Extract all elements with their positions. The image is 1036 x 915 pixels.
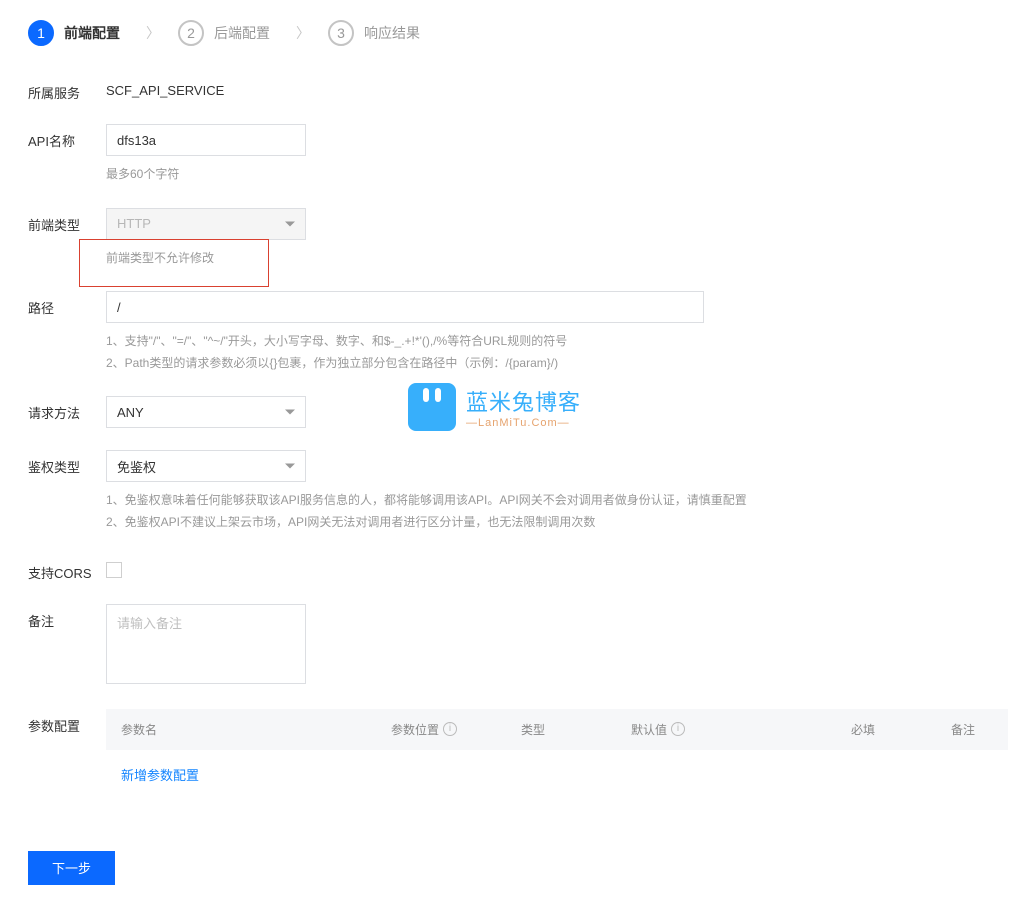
chevron-right-icon: 〉 <box>296 23 310 43</box>
table-header: 参数名 参数位置 i 类型 默认值 i 必填 备注 <box>106 709 1008 750</box>
step-label-2: 后端配置 <box>214 23 270 43</box>
label-cors: 支持CORS <box>28 556 106 582</box>
auth-select[interactable]: 免鉴权 <box>106 450 306 482</box>
label-path: 路径 <box>28 291 106 317</box>
col-type: 类型 <box>521 721 631 738</box>
col-required: 必填 <box>851 721 951 738</box>
step-num-3: 3 <box>328 20 354 46</box>
method-value: ANY <box>117 405 144 420</box>
col-position: 参数位置 i <box>391 721 521 738</box>
chevron-right-icon: 〉 <box>146 23 160 43</box>
label-frontend-type: 前端类型 <box>28 208 106 234</box>
remark-textarea[interactable] <box>106 604 306 684</box>
params-table: 参数名 参数位置 i 类型 默认值 i 必填 备注 新增参数配置 <box>106 709 1008 799</box>
chevron-down-icon <box>285 221 295 226</box>
step-label-3: 响应结果 <box>364 23 420 43</box>
col-name: 参数名 <box>121 721 391 738</box>
add-param-link[interactable]: 新增参数配置 <box>121 768 199 783</box>
hint-frontend-type: 前端类型不允许修改 <box>106 248 1008 270</box>
step-backend-config[interactable]: 2 后端配置 <box>178 20 270 46</box>
label-method: 请求方法 <box>28 396 106 422</box>
col-remark: 备注 <box>951 721 993 738</box>
value-service: SCF_API_SERVICE <box>106 76 1008 98</box>
info-icon[interactable]: i <box>671 722 685 736</box>
step-label-1: 前端配置 <box>64 23 120 43</box>
label-remark: 备注 <box>28 604 106 630</box>
col-default: 默认值 i <box>631 721 851 738</box>
hint-auth-2: 2、免鉴权API不建议上架云市场，API网关无法对调用者进行区分计量，也无法限制… <box>106 512 1008 534</box>
steps-nav: 1 前端配置 〉 2 后端配置 〉 3 响应结果 <box>28 20 1008 46</box>
label-service: 所属服务 <box>28 76 106 102</box>
method-select[interactable]: ANY <box>106 396 306 428</box>
step-num-1: 1 <box>28 20 54 46</box>
info-icon[interactable]: i <box>443 722 457 736</box>
hint-api-name: 最多60个字符 <box>106 164 1008 186</box>
frontend-type-value: HTTP <box>117 216 151 231</box>
hint-path-1: 1、支持"/"、"=/"、"^~/"开头，大小写字母、数字、和$-_.+!*'(… <box>106 331 1008 353</box>
step-response-result[interactable]: 3 响应结果 <box>328 20 420 46</box>
chevron-down-icon <box>285 410 295 415</box>
auth-value: 免鉴权 <box>117 457 156 476</box>
path-input[interactable] <box>106 291 704 323</box>
hint-auth-1: 1、免鉴权意味着任何能够获取该API服务信息的人，都将能够调用该API。API网… <box>106 490 1008 512</box>
label-params: 参数配置 <box>28 709 106 735</box>
next-button[interactable]: 下一步 <box>28 851 115 885</box>
label-api-name: API名称 <box>28 124 106 150</box>
chevron-down-icon <box>285 464 295 469</box>
frontend-type-select: HTTP <box>106 208 306 240</box>
step-frontend-config[interactable]: 1 前端配置 <box>28 20 120 46</box>
api-name-input[interactable] <box>106 124 306 156</box>
label-auth: 鉴权类型 <box>28 450 106 476</box>
hint-path-2: 2、Path类型的请求参数必须以{}包裹，作为独立部分包含在路径中（示例：/{p… <box>106 353 1008 375</box>
step-num-2: 2 <box>178 20 204 46</box>
cors-checkbox[interactable] <box>106 562 122 578</box>
